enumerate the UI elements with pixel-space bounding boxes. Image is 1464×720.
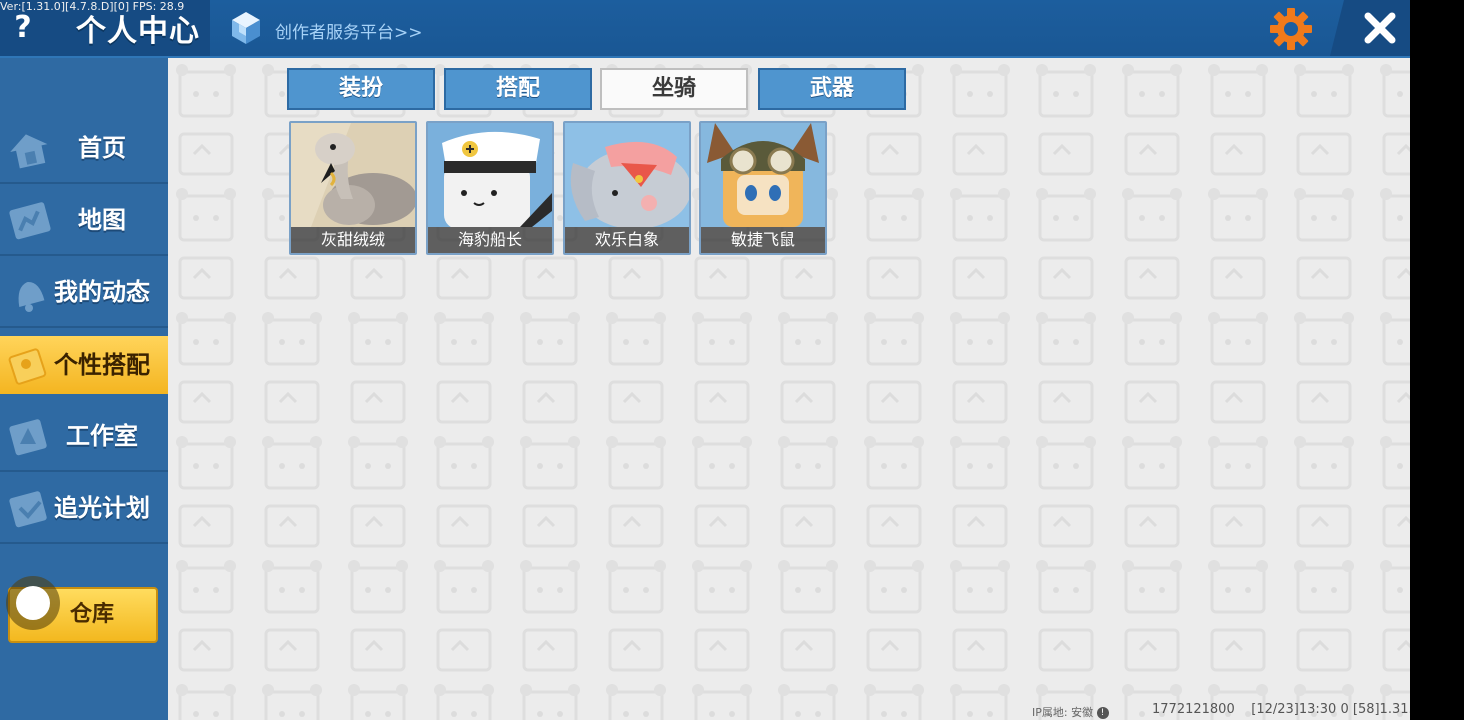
cube-icon[interactable]: [230, 10, 262, 46]
mount-card[interactable]: 敏捷飞鼠: [699, 121, 827, 255]
mount-card[interactable]: 海豹船长: [426, 121, 554, 255]
sidebar-item-studio[interactable]: 工作室: [0, 402, 168, 472]
screen-edge: [1410, 0, 1464, 720]
house-icon: [10, 134, 48, 169]
item-name: 欢乐白象: [565, 227, 689, 253]
outfit-icon: [8, 348, 47, 385]
tab-costume[interactable]: 装扮: [287, 68, 435, 110]
bell-icon: [18, 282, 45, 312]
item-name: 海豹船长: [428, 227, 552, 253]
elephant-mount-image: [565, 123, 689, 227]
build-version: [58]1.31.0: [1352, 702, 1410, 717]
touch-indicator: [6, 576, 60, 630]
sidebar-item-map[interactable]: 地图: [0, 186, 168, 256]
studio-icon: [9, 419, 47, 456]
sidebar-item-label: 我的动态: [54, 278, 150, 306]
close-icon[interactable]: [1360, 8, 1400, 48]
map-icon: [9, 202, 51, 240]
sidebar-item-label: 个性搭配: [54, 351, 150, 379]
ip-location-text: IP属地: 安徽: [1032, 706, 1094, 719]
sidebar-item-outfit[interactable]: 个性搭配: [0, 336, 168, 394]
sidebar-item-label: 地图: [78, 206, 126, 234]
tab-weapon[interactable]: 武器: [758, 68, 906, 110]
user-id: 1772121800: [1152, 702, 1235, 717]
warehouse-label: 仓库: [70, 602, 115, 627]
tab-mount[interactable]: 坐骑: [600, 68, 748, 110]
sidebar-item-label: 工作室: [66, 422, 138, 450]
mount-card[interactable]: 欢乐白象: [563, 121, 691, 255]
item-name: 敏捷飞鼠: [701, 227, 825, 253]
item-name: 灰甜绒绒: [291, 227, 415, 253]
sidebar-item-label: 追光计划: [54, 494, 150, 522]
date-time: [12/23]13:30 0: [1251, 702, 1349, 717]
sidebar-item-spotlight[interactable]: 追光计划: [0, 474, 168, 544]
flying-squirrel-mount-image: [701, 123, 825, 227]
seal-captain-mount-image: [428, 123, 552, 227]
sidebar-item-home[interactable]: 首页: [0, 114, 168, 184]
top-header: ? 个人中心 Ver:[1.31.0][4.7.8.D][0] FPS: 28.…: [0, 0, 1410, 58]
version-fps-readout: Ver:[1.31.0][4.7.8.D][0] FPS: 28.9: [0, 0, 185, 13]
gear-icon[interactable]: [1268, 6, 1314, 52]
help-button[interactable]: ?: [8, 8, 38, 48]
swan-mount-image: [291, 123, 415, 227]
mount-card[interactable]: 灰甜绒绒: [289, 121, 417, 255]
tab-combination[interactable]: 搭配: [444, 68, 592, 110]
sidebar-item-label: 首页: [78, 134, 126, 162]
spotlight-icon: [9, 491, 47, 528]
app-window: ? 个人中心 Ver:[1.31.0][4.7.8.D][0] FPS: 28.…: [0, 0, 1410, 720]
sidebar-item-my-activity[interactable]: 我的动态: [0, 258, 168, 328]
info-icon[interactable]: !: [1096, 707, 1109, 719]
creator-platform-link[interactable]: 创作者服务平台>>: [275, 18, 423, 43]
build-info: 1772121800 [12/23]13:30 0 [58]1.31.0: [1152, 702, 1410, 717]
ip-location: IP属地: 安徽 !: [1032, 704, 1109, 720]
